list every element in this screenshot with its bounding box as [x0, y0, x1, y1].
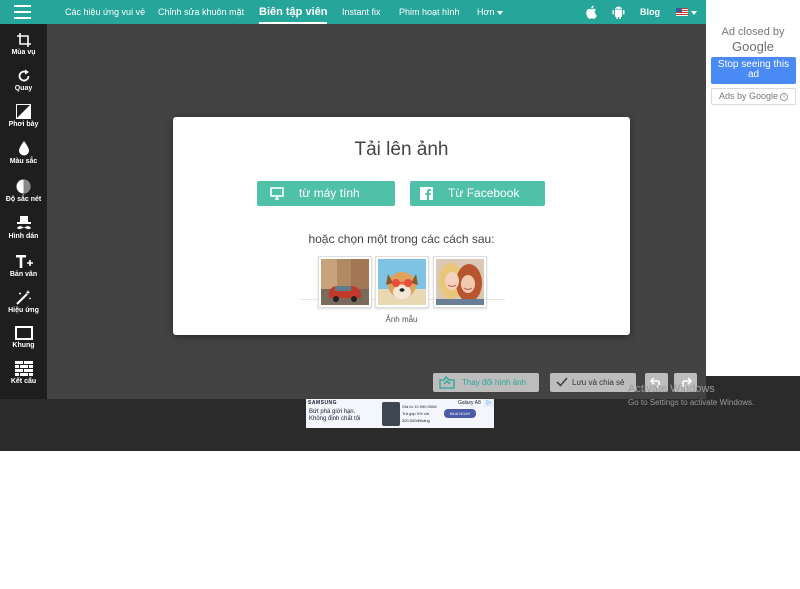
ad-banner[interactable]: SAMSUNG Bứt phá giới hạn. Không định chấ… [306, 399, 494, 428]
tool-exposure[interactable]: Phơi bày [0, 104, 47, 128]
ad-buy-now-button[interactable]: MUA NGAY [444, 409, 476, 418]
nav-blog[interactable]: Blog [640, 0, 660, 24]
ad-product-name: Galaxy A8 [458, 400, 481, 406]
facebook-icon [420, 187, 433, 200]
flag-icon[interactable] [676, 8, 688, 16]
tool-label: Màu sắc [9, 158, 38, 165]
tool-crop[interactable]: Mùa vụ [0, 33, 47, 56]
apple-icon[interactable] [585, 5, 597, 19]
ad-price: Giá từ 10.990.000đ [402, 404, 437, 409]
tool-color[interactable]: Màu sắc [0, 141, 47, 165]
upload-dialog: Tải lên ảnh từ máy tính Từ Facebook hoặc… [173, 117, 630, 335]
tool-label: Quay [14, 85, 33, 92]
sample-image-car [321, 259, 369, 305]
dialog-title: Tải lên ảnh [354, 139, 449, 160]
frame-icon [14, 326, 33, 340]
text-icon [15, 255, 33, 268]
exposure-icon [16, 104, 31, 119]
nav-instant-fix[interactable]: Instant fix [342, 0, 381, 24]
magic-wand-icon [15, 290, 31, 305]
ad-headline-2: Không định chất tôi [309, 416, 361, 422]
sample-thumbnail-dog[interactable] [375, 256, 429, 308]
ad-brand: SAMSUNG [308, 400, 338, 406]
rotate-icon [18, 69, 29, 82]
change-image-label: Thay đổi hình ảnh [462, 378, 527, 387]
nav-more[interactable]: Hơn [477, 0, 504, 24]
tool-rotate[interactable]: Quay [0, 69, 47, 92]
save-share-label: Lưu và chia sẻ [572, 378, 625, 387]
mustache-hat-icon [16, 216, 31, 230]
tools-sidebar: Mùa vụ Quay Phơi bày Màu sắc Độ sắc nét … [0, 24, 47, 399]
tool-label: Độ sắc nét [5, 196, 42, 203]
sample-thumbnail-car[interactable] [318, 256, 372, 308]
samples-label: Ảnh mẫu [385, 315, 418, 324]
activate-windows-subtitle: Go to Settings to activate Windows. [628, 398, 755, 407]
ad-monthly: 300.000đ/tháng [402, 418, 430, 423]
canvas-extension [706, 376, 800, 399]
monitor-icon [270, 187, 284, 200]
app-window: Các hiệu ứng vui vẻ Chỉnh sửa khuôn mặt … [0, 0, 800, 589]
sample-image-friends [436, 259, 484, 305]
tool-text[interactable]: Bản văn [0, 254, 47, 278]
change-image-icon [439, 376, 455, 389]
tool-label: Khung [12, 342, 35, 349]
menu-icon[interactable] [14, 5, 31, 19]
sample-image-dog [378, 259, 426, 305]
stop-seeing-ad-button[interactable]: Stop seeing this ad [711, 57, 796, 84]
tool-sharpness[interactable]: Độ sắc nét [0, 179, 47, 203]
contrast-icon [16, 179, 31, 194]
google-logo: Google [732, 39, 774, 54]
ad-phone-image [382, 402, 400, 426]
tool-label: Phơi bày [8, 121, 39, 128]
ad-headline-1: Bứt phá giới hạn. [309, 409, 356, 415]
tool-effects[interactable]: Hiệu ứng [0, 290, 47, 314]
info-icon: i [780, 92, 789, 101]
nav-editor[interactable]: Biên tập viên [259, 0, 328, 24]
nav-more-label: Hơn [477, 7, 495, 17]
save-share-button[interactable]: Lưu và chia sẻ [550, 373, 636, 392]
texture-icon [14, 361, 33, 376]
tool-label: Hiệu ứng [8, 307, 39, 314]
chevron-down-icon[interactable] [691, 11, 697, 15]
ads-by-google-label: Ads by Google [718, 91, 779, 101]
tool-texture[interactable]: Kết cấu [0, 361, 47, 385]
drop-icon [18, 141, 29, 156]
ads-by-google-button[interactable]: Ads by Google i [711, 88, 796, 105]
ad-installment: Trả góp 0% với [402, 411, 430, 416]
top-nav-bar: Các hiệu ứng vui vẻ Chỉnh sửa khuôn mặt … [0, 0, 706, 24]
tool-stickers[interactable]: Hình dán [0, 216, 47, 240]
upload-from-computer-button[interactable]: từ máy tính [257, 181, 395, 206]
ad-choices-icon[interactable]: ▷ [484, 399, 494, 407]
upload-from-computer-label: từ máy tính [299, 186, 360, 200]
change-image-button[interactable]: Thay đổi hình ảnh [433, 373, 539, 392]
crop-icon [16, 33, 31, 47]
nav-face-edit[interactable]: Chỉnh sửa khuôn mặt [158, 0, 244, 24]
upload-from-facebook-button[interactable]: Từ Facebook [410, 181, 545, 206]
activate-windows-title: Activate Windows [628, 383, 715, 395]
sample-thumbnail-friends[interactable] [433, 256, 487, 308]
tool-label: Hình dán [8, 233, 39, 240]
tool-label: Bản văn [9, 271, 38, 278]
ad-closed-text: Ad closed by [721, 26, 785, 38]
tool-label: Kết cấu [10, 378, 37, 385]
checkmark-icon [556, 377, 568, 387]
chevron-down-icon [497, 10, 504, 15]
nav-fun-effects[interactable]: Các hiệu ứng vui vẻ [65, 0, 145, 24]
tool-label: Mùa vụ [11, 49, 36, 56]
tool-frame[interactable]: Khung [0, 326, 47, 349]
upload-from-facebook-label: Từ Facebook [448, 186, 520, 200]
android-icon[interactable] [612, 5, 625, 19]
choose-sample-text: hoặc chọn một trong các cách sau: [308, 232, 495, 246]
nav-cartoon[interactable]: Phim hoạt hình [399, 0, 460, 24]
